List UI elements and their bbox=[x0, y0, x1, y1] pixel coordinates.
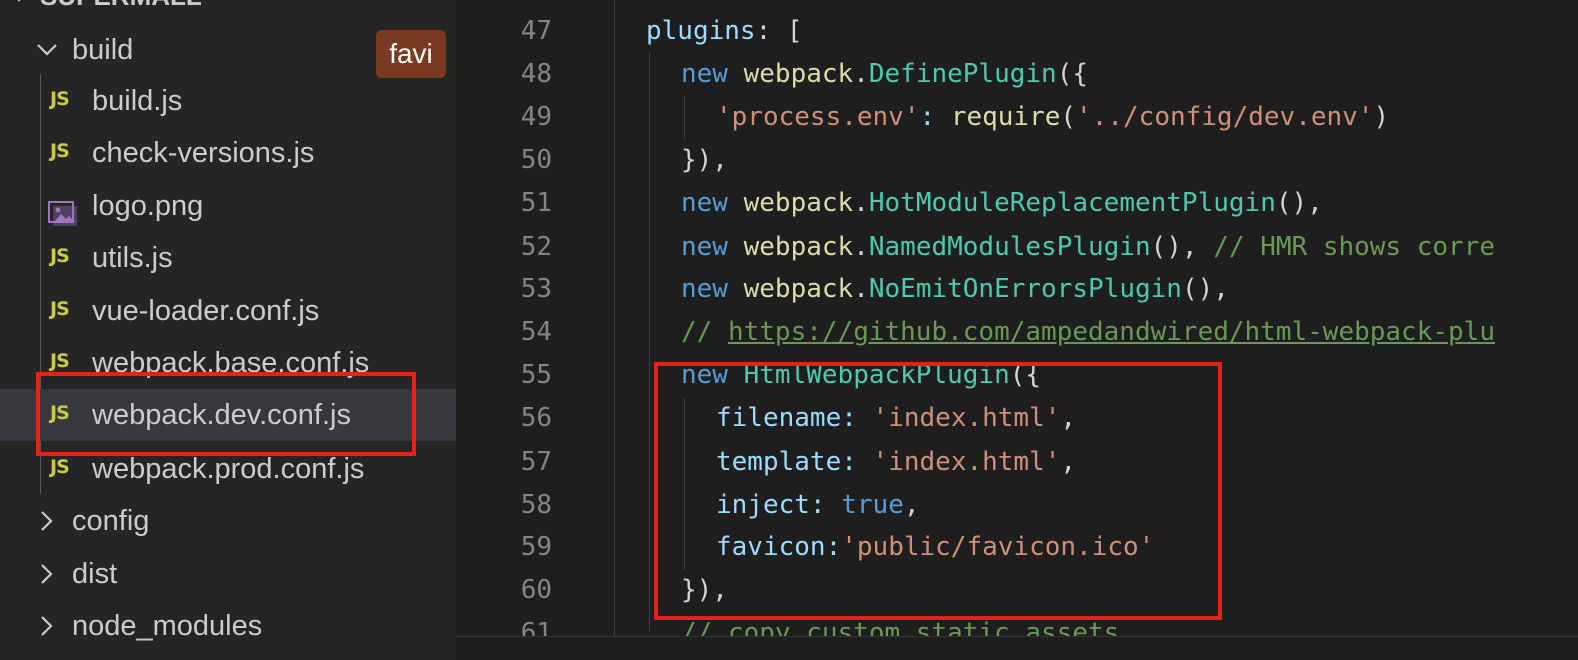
hover-badge: favi bbox=[376, 30, 446, 78]
js-file-icon: JS bbox=[50, 140, 70, 162]
line-number: 49 bbox=[520, 102, 552, 132]
tree-folder-config[interactable]: config bbox=[0, 495, 456, 547]
indent-guide bbox=[614, 0, 615, 636]
tree-file-vue-loader-conf-js[interactable]: JS vue-loader.conf.js bbox=[0, 285, 456, 337]
tree-item-label: check-versions.js bbox=[92, 137, 315, 169]
tree-folder-node-modules[interactable]: node_modules bbox=[0, 600, 456, 652]
project-name: SUPERMALL bbox=[40, 0, 202, 22]
tree-item-label: vue-loader.conf.js bbox=[92, 295, 320, 327]
comment-link[interactable]: https://github.com/ampedandwired/html-we… bbox=[728, 317, 1495, 347]
tree-file-check-versions-js[interactable]: JS check-versions.js bbox=[0, 127, 456, 179]
code-line-47: plugins: [ bbox=[646, 16, 803, 46]
tree-file-utils-js[interactable]: JS utils.js bbox=[0, 232, 456, 284]
line-number: 47 bbox=[520, 16, 552, 46]
tree-item-label: config bbox=[72, 505, 150, 537]
chevron-right-icon bbox=[34, 600, 60, 652]
highlight-box-file bbox=[36, 372, 416, 456]
line-number: 51 bbox=[520, 188, 552, 218]
tree-file-logo-png[interactable]: logo.png bbox=[0, 180, 456, 232]
line-number: 53 bbox=[520, 274, 552, 304]
image-file-icon bbox=[48, 192, 78, 226]
line-number: 59 bbox=[520, 532, 552, 562]
tree-file-build-js[interactable]: JS build.js bbox=[0, 75, 456, 127]
code-editor[interactable]: 47 48 49 50 51 52 53 54 55 56 57 58 59 6… bbox=[456, 0, 1578, 660]
js-file-icon: JS bbox=[50, 298, 70, 320]
line-number: 52 bbox=[520, 232, 552, 262]
line-number: 56 bbox=[520, 403, 552, 433]
indent-guide bbox=[649, 52, 650, 632]
line-number: 58 bbox=[520, 490, 552, 520]
tree-item-label: logo.png bbox=[92, 190, 204, 222]
code-line-52: new webpack.NamedModulesPlugin(), // HMR… bbox=[681, 232, 1496, 262]
line-number: 48 bbox=[520, 59, 552, 89]
tree-item-label: dist bbox=[72, 558, 118, 590]
code-line-48: new webpack.DefinePlugin({ bbox=[681, 59, 1089, 89]
explorer-sidebar: SUPERMALL build favi JS build.js JS chec… bbox=[0, 0, 456, 660]
line-number: 57 bbox=[520, 447, 552, 477]
highlight-box-code bbox=[654, 362, 1222, 620]
code-line-53: new webpack.NoEmitOnErrorsPlugin(), bbox=[681, 274, 1229, 304]
tree-item-label: utils.js bbox=[92, 242, 173, 274]
line-number: 50 bbox=[520, 145, 552, 175]
tree-item-label: node_modules bbox=[72, 610, 263, 642]
line-number: 55 bbox=[520, 360, 552, 390]
project-header[interactable]: SUPERMALL bbox=[0, 0, 456, 22]
chevron-down-icon bbox=[6, 0, 32, 22]
line-number: 60 bbox=[520, 575, 552, 605]
code-line-50: }), bbox=[681, 145, 728, 175]
horizontal-scrollbar[interactable] bbox=[456, 636, 1578, 660]
tree-item-label: build.js bbox=[92, 85, 183, 117]
code-line-54: // https://github.com/ampedandwired/html… bbox=[681, 317, 1495, 347]
chevron-right-icon bbox=[34, 495, 60, 547]
chevron-right-icon bbox=[34, 548, 60, 600]
tree-folder-dist[interactable]: dist bbox=[0, 548, 456, 600]
tree-item-label: build bbox=[72, 34, 134, 66]
code-line-49: 'process.env': require('../config/dev.en… bbox=[716, 102, 1390, 132]
js-file-icon: JS bbox=[50, 88, 70, 110]
js-file-icon: JS bbox=[50, 245, 70, 267]
indent-guide bbox=[684, 96, 685, 139]
code-line-51: new webpack.HotModuleReplacementPlugin()… bbox=[681, 188, 1323, 218]
line-number: 54 bbox=[520, 317, 552, 347]
chevron-down-icon bbox=[34, 24, 60, 76]
